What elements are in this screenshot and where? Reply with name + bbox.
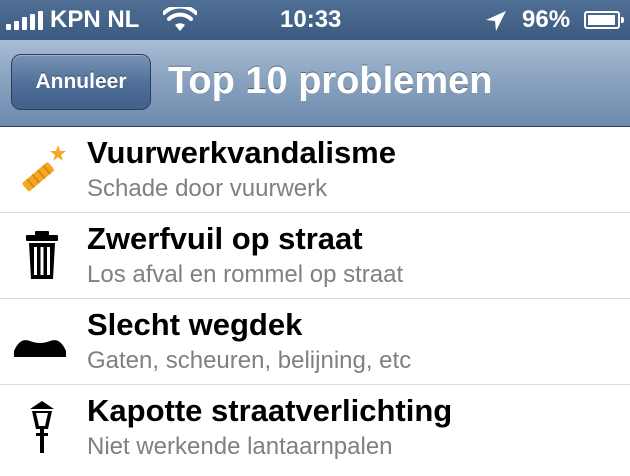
wifi-icon (163, 7, 197, 31)
list-item-subtitle: Schade door vuurwerk (87, 175, 328, 202)
trash-icon (26, 231, 58, 279)
cancel-button[interactable]: Annuleer (11, 54, 151, 110)
list-item-title: Slecht wegdek (87, 307, 303, 342)
problem-list: Vuurwerkvandalisme Schade door vuurwerk … (0, 127, 630, 470)
list-item-title: Zwerfvuil op straat (87, 221, 363, 256)
battery-icon (584, 11, 624, 29)
list-item-title: Kapotte straatverlichting (87, 393, 453, 428)
list-item-subtitle: Gaten, scheuren, belijning, etc (87, 347, 412, 374)
list-item-slecht-wegdek[interactable]: Slecht wegdek Gaten, scheuren, belijning… (0, 299, 630, 385)
carrier-name: KPN NL (50, 6, 140, 33)
clock: 10:33 (280, 6, 342, 33)
list-item-subtitle: Los afval en rommel op straat (87, 261, 404, 288)
list-item-title: Vuurwerkvandalisme (87, 135, 396, 170)
battery-percentage: 96% (522, 6, 571, 33)
page-title: Top 10 problemen (168, 60, 493, 102)
list-item-subtitle: Niet werkende lantaarnpalen (87, 433, 393, 460)
street-lamp-icon (30, 401, 54, 453)
navigation-bar: Annuleer Top 10 problemen (0, 40, 630, 127)
firework-icon (22, 145, 66, 192)
road-bump-icon (14, 340, 66, 357)
status-bar: KPN NL 10:33 96% (0, 0, 630, 40)
list-item-straatverlichting[interactable]: Kapotte straatverlichting Niet werkende … (0, 385, 630, 470)
list-item-vuurwerkvandalisme[interactable]: Vuurwerkvandalisme Schade door vuurwerk (0, 127, 630, 213)
location-arrow-icon (486, 11, 506, 31)
list-item-zwerfvuil[interactable]: Zwerfvuil op straat Los afval en rommel … (0, 213, 630, 299)
signal-strength-icon (6, 10, 46, 30)
